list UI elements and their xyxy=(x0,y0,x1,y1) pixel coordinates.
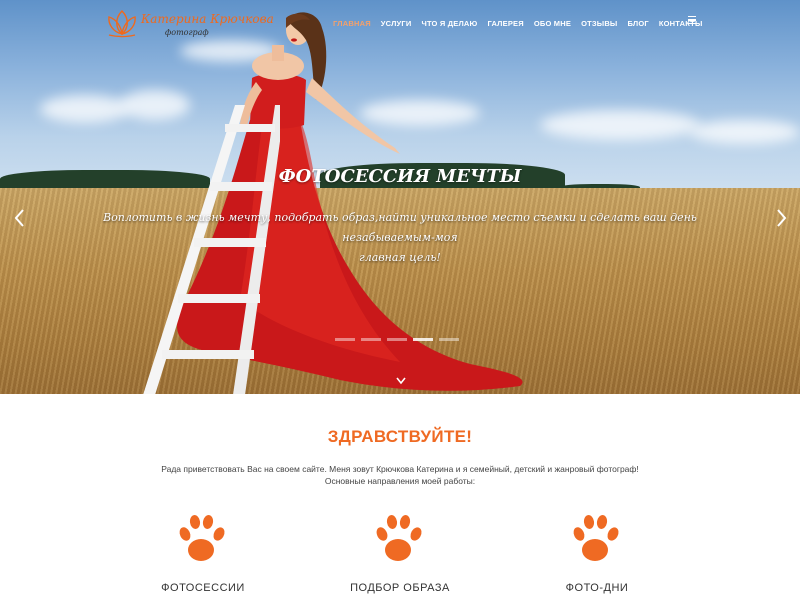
chevron-right-icon xyxy=(777,209,787,227)
logo-name: Катерина Крючкова xyxy=(141,12,274,26)
intro-text: Рада приветствовать Вас на своем сайте. … xyxy=(150,463,650,487)
feature-image-selection[interactable]: ПОДБОР ОБРАЗА xyxy=(330,512,470,594)
feature-photo-days[interactable]: ФОТО-ДНИ xyxy=(527,512,667,594)
lotus-logo-icon xyxy=(108,10,136,38)
greeting-heading: ЗДРАВСТВУЙТЕ! xyxy=(327,427,473,446)
slider-prev-button[interactable] xyxy=(12,207,26,229)
feature-label: ФОТОСЕССИИ xyxy=(161,582,245,594)
nav-item-about[interactable]: ОБО МНЕ xyxy=(534,19,571,28)
slider-dot[interactable] xyxy=(439,338,459,341)
feature-label: ФОТО-ДНИ xyxy=(565,582,629,594)
chevron-down-icon[interactable] xyxy=(395,376,407,386)
nav-item-services[interactable]: УСЛУГИ xyxy=(381,19,412,28)
hamburger-icon[interactable] xyxy=(688,16,696,24)
slider-dot[interactable] xyxy=(361,338,381,341)
paw-icon xyxy=(179,515,225,561)
hero-text: Воплотить в жизнь мечту, подобрать образ… xyxy=(70,208,730,268)
slider-next-button[interactable] xyxy=(775,207,789,229)
slider-dot-active[interactable] xyxy=(413,338,433,341)
main-nav: ГЛАВНАЯ УСЛУГИ ЧТО Я ДЕЛАЮ ГАЛЕРЕЯ ОБО М… xyxy=(333,17,713,29)
paw-icon xyxy=(573,515,619,561)
feature-photosessions[interactable]: ФОТОСЕССИИ xyxy=(133,512,273,594)
site-logo[interactable]: Катерина Крючкова фотограф xyxy=(105,6,274,40)
feature-label: ПОДБОР ОБРАЗА xyxy=(350,582,450,594)
paw-icon xyxy=(376,515,422,561)
slider-dot[interactable] xyxy=(387,338,407,341)
nav-item-home[interactable]: ГЛАВНАЯ xyxy=(333,19,371,28)
nav-item-reviews[interactable]: ОТЗЫВЫ xyxy=(581,19,617,28)
hero-slider: Катерина Крючкова фотограф ГЛАВНАЯ УСЛУГ… xyxy=(0,0,800,394)
hero-text-line2: главная цель! xyxy=(359,251,441,264)
intro-line1: Рада приветствовать Вас на своем сайте. … xyxy=(161,464,639,474)
intro-line2: Основные направления моей работы: xyxy=(324,476,476,486)
nav-item-gallery[interactable]: ГАЛЕРЕЯ xyxy=(487,19,523,28)
logo-subtitle: фотограф xyxy=(165,28,209,37)
hero-photo-woman xyxy=(177,12,523,391)
slider-dot[interactable] xyxy=(335,338,355,341)
hero-text-line1: Воплотить в жизнь мечту, подобрать образ… xyxy=(103,211,697,244)
hero-title: ФОТОСЕССИЯ МЕЧТЫ xyxy=(278,166,522,187)
nav-item-blog[interactable]: БЛОГ xyxy=(627,19,648,28)
features-row: ФОТОСЕССИИ ПОДБОР ОБРАЗА ФОТО-ДНИ xyxy=(0,512,800,600)
slider-pagination xyxy=(335,338,459,341)
chevron-left-icon xyxy=(14,209,24,227)
nav-item-what-i-do[interactable]: ЧТО Я ДЕЛАЮ xyxy=(421,19,477,28)
